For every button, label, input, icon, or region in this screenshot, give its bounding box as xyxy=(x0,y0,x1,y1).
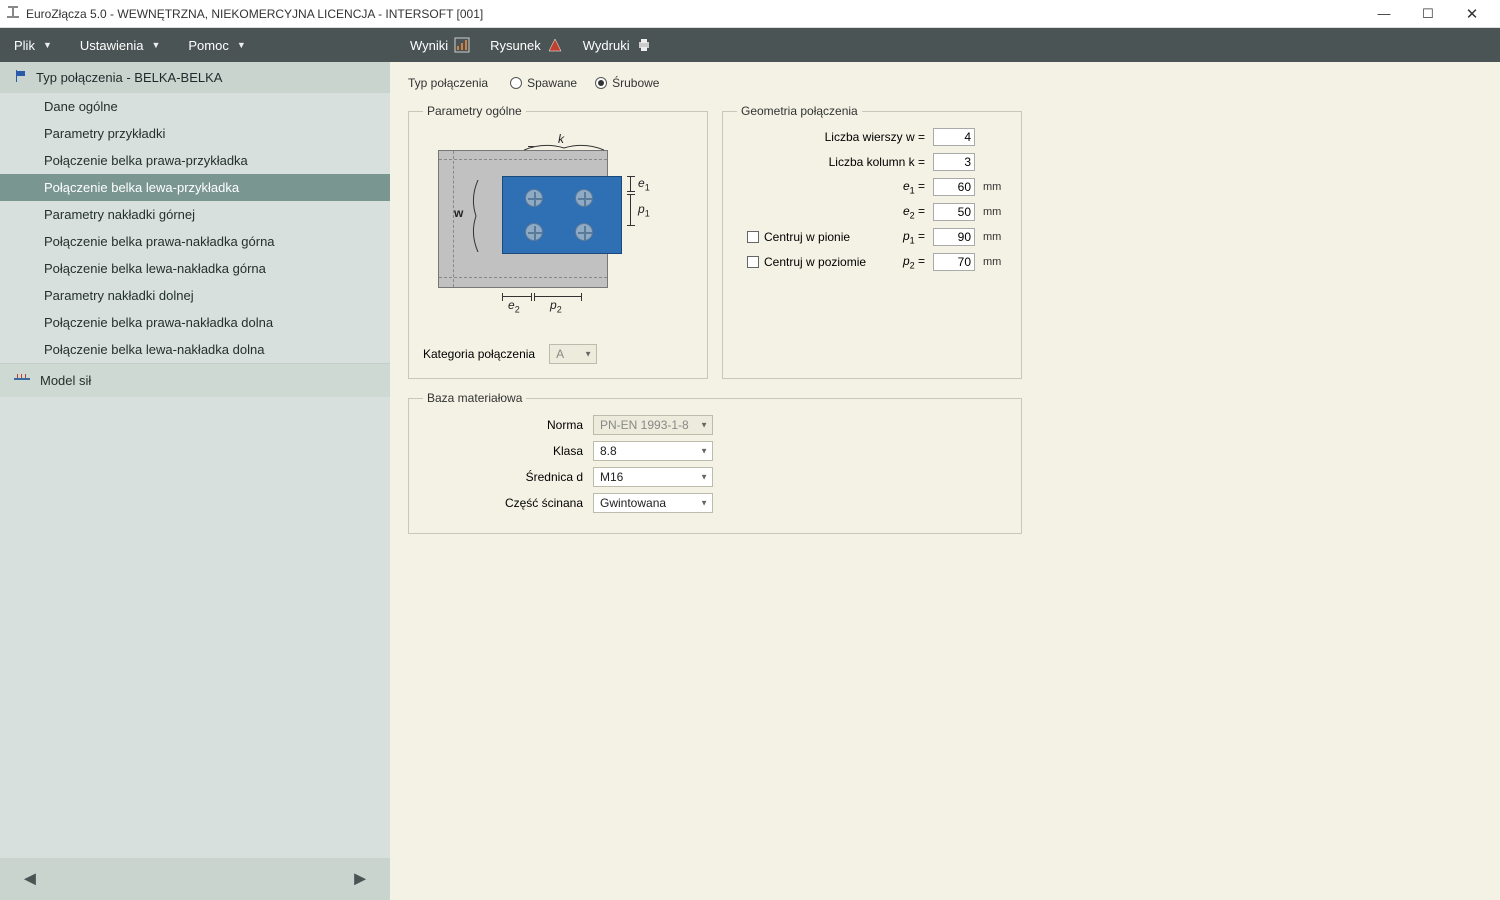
radio-dot-icon xyxy=(510,77,522,89)
tree-item[interactable]: Parametry nakładki górnej xyxy=(0,201,390,228)
tree-item[interactable]: Połączenie belka prawa-nakładka górna xyxy=(0,228,390,255)
diagram: k w e1 p1 e2 xyxy=(428,136,688,326)
print-icon xyxy=(636,37,652,53)
tree-item[interactable]: Połączenie belka lewa-nakładka górna xyxy=(0,255,390,282)
tree-header[interactable]: Typ połączenia - BELKA-BELKA xyxy=(0,62,390,93)
checkbox-centruj-poziom[interactable]: Centruj w poziomie xyxy=(747,255,866,269)
fieldset-params-legend: Parametry ogólne xyxy=(423,104,526,118)
fieldset-material: Baza materiałowa Norma PN-EN 1993-1-8▼ K… xyxy=(408,391,1022,534)
norma-combo[interactable]: PN-EN 1993-1-8▼ xyxy=(593,415,713,435)
klasa-combo[interactable]: 8.8▼ xyxy=(593,441,713,461)
nav-prev-button[interactable]: ◄ xyxy=(20,868,40,891)
menu-pomoc[interactable]: Pomoc▼ xyxy=(174,28,259,62)
nav-next-button[interactable]: ► xyxy=(350,868,370,891)
content: Typ połączenia Spawane Śrubowe Parametry… xyxy=(390,62,1500,900)
radio-srubowe[interactable]: Śrubowe xyxy=(595,76,659,90)
menu-ustawienia[interactable]: Ustawienia▼ xyxy=(66,28,175,62)
srednica-combo[interactable]: M16▼ xyxy=(593,467,713,487)
minimize-button[interactable]: — xyxy=(1362,6,1406,21)
dim-p2-line xyxy=(534,296,582,297)
norma-label: Norma xyxy=(423,418,583,432)
checkbox-centruj-pion[interactable]: Centruj w pionie xyxy=(747,230,850,244)
srednica-label: Średnica d xyxy=(423,470,583,484)
param-cols-label: Liczba kolumn k = xyxy=(737,155,925,169)
model-sil-label: Model sił xyxy=(40,373,91,388)
param-rows-label: Liczba wierszy w = xyxy=(737,130,925,144)
dim-e2-line xyxy=(502,296,532,297)
dim-e2-label: e2 xyxy=(508,298,520,314)
tool-wyniki[interactable]: Wyniki xyxy=(400,28,480,62)
czesc-label: Część ścinana xyxy=(423,496,583,510)
fieldset-geometry-legend: Geometria połączenia xyxy=(737,104,862,118)
param-p2-input[interactable] xyxy=(933,253,975,271)
tool-wydruki-label: Wydruki xyxy=(583,38,630,53)
klasa-label: Klasa xyxy=(423,444,583,458)
param-e1-input[interactable] xyxy=(933,178,975,196)
connection-type-icon xyxy=(14,69,28,86)
radio-dot-icon xyxy=(595,77,607,89)
tree-item[interactable]: Połączenie belka prawa-nakładka dolna xyxy=(0,309,390,336)
dim-e1-label: e1 xyxy=(638,176,650,192)
fieldset-geometry: Geometria połączenia Liczba wierszy w = … xyxy=(722,104,1022,379)
maximize-button[interactable]: ☐ xyxy=(1406,6,1450,22)
tree-item[interactable]: Połączenie belka lewa-nakładka dolna xyxy=(0,336,390,363)
tree-item[interactable]: Połączenie belka lewa-przykładka xyxy=(0,174,390,201)
checkbox-icon xyxy=(747,256,759,268)
tree-item[interactable]: Połączenie belka prawa-przykładka xyxy=(0,147,390,174)
close-button[interactable]: ✕ xyxy=(1450,5,1494,23)
results-icon xyxy=(454,37,470,53)
tool-wyniki-label: Wyniki xyxy=(410,38,448,53)
param-e2-input[interactable] xyxy=(933,203,975,221)
tool-rysunek[interactable]: Rysunek xyxy=(480,28,573,62)
tree-item[interactable]: Parametry przykładki xyxy=(0,120,390,147)
dim-p1-label: p1 xyxy=(638,202,650,218)
radio-spawane[interactable]: Spawane xyxy=(510,76,577,90)
fieldset-params: Parametry ogólne k w xyxy=(408,104,708,379)
category-label: Kategoria połączenia xyxy=(423,347,535,361)
sidebar-footer: ◄ ► xyxy=(0,858,390,900)
param-p1-input[interactable] xyxy=(933,228,975,246)
titlebar: EuroZłącza 5.0 - WEWNĘTRZNA, NIEKOMERCYJ… xyxy=(0,0,1500,28)
drawing-icon xyxy=(547,37,563,53)
model-sil-icon xyxy=(14,372,30,389)
fieldset-material-legend: Baza materiałowa xyxy=(423,391,526,405)
tool-rysunek-label: Rysunek xyxy=(490,38,541,53)
tree-model-sil[interactable]: Model sił xyxy=(0,363,390,397)
dim-p2-label: p2 xyxy=(550,298,562,314)
dim-p1-line xyxy=(630,194,631,226)
tool-wydruki[interactable]: Wydruki xyxy=(573,28,662,62)
checkbox-icon xyxy=(747,231,759,243)
window-title: EuroZłącza 5.0 - WEWNĘTRZNA, NIEKOMERCYJ… xyxy=(26,7,1362,21)
dim-w-label: w xyxy=(454,206,463,220)
dim-e1-line xyxy=(630,176,631,192)
category-combo[interactable]: A▼ xyxy=(549,344,597,364)
tree-list: Dane ogólne Parametry przykładki Połącze… xyxy=(0,93,390,363)
tree-item[interactable]: Dane ogólne xyxy=(0,93,390,120)
connection-type-row: Typ połączenia Spawane Śrubowe xyxy=(408,76,1482,90)
tree-item[interactable]: Parametry nakładki dolnej xyxy=(0,282,390,309)
czesc-combo[interactable]: Gwintowana▼ xyxy=(593,493,713,513)
connection-type-label: Typ połączenia xyxy=(408,76,488,90)
app-icon xyxy=(6,5,20,22)
param-cols-input[interactable] xyxy=(933,153,975,171)
sidebar: Typ połączenia - BELKA-BELKA Dane ogólne… xyxy=(0,62,390,900)
menubar: Plik▼ Ustawienia▼ Pomoc▼ Wyniki Rysunek … xyxy=(0,28,1500,62)
param-rows-input[interactable] xyxy=(933,128,975,146)
tree-header-label: Typ połączenia - BELKA-BELKA xyxy=(36,70,222,85)
menu-plik[interactable]: Plik▼ xyxy=(0,28,66,62)
